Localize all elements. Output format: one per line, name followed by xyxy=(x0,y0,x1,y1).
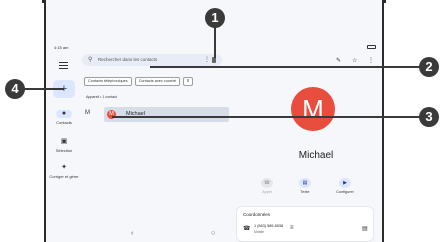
callout-line xyxy=(112,116,422,118)
back-icon[interactable]: ‹ xyxy=(131,230,133,237)
search-icon: ⚲ xyxy=(88,57,93,63)
callout-line xyxy=(24,88,64,90)
account-label: Appareil • 1 contact xyxy=(86,95,118,99)
status-time: 4:15 am xyxy=(54,45,69,50)
more-vert-icon[interactable]: ⋮ xyxy=(204,54,210,66)
person-icon: ● xyxy=(56,110,72,118)
chip-phone-contacts[interactable]: Contacts téléphoniques xyxy=(84,77,132,86)
callout-badge: 1 xyxy=(205,8,225,28)
section-letter: M xyxy=(85,110,90,116)
card-title: Coordonnées xyxy=(243,212,271,217)
video-icon: ▶ xyxy=(339,178,351,188)
text-button[interactable]: ▤ Texte xyxy=(290,178,320,194)
callout-line xyxy=(150,66,422,68)
home-icon[interactable]: ○ xyxy=(211,230,215,237)
search-bar[interactable]: ⚲ Rechercher dans les contacts ⋮ xyxy=(82,54,222,66)
rail-item-label: Contacts xyxy=(56,120,72,125)
call-button[interactable]: ☎ Appel xyxy=(252,178,282,194)
chip-more[interactable]: Ⅱ xyxy=(183,77,194,86)
callout-badge: 3 xyxy=(419,107,439,127)
battery-icon xyxy=(367,45,376,49)
rail-item-contacts[interactable]: ● Contacts xyxy=(46,110,82,125)
contact-avatar-large: M xyxy=(291,87,335,131)
callout-line xyxy=(214,26,216,58)
menu-icon[interactable] xyxy=(59,62,68,69)
configure-button[interactable]: ▶ Configurer xyxy=(330,178,360,194)
rail-item-label: Corriger et gérer xyxy=(49,174,79,179)
wrench-icon: ✦ xyxy=(61,164,67,171)
edit-icon[interactable]: ✎ xyxy=(336,57,341,64)
text-label: Texte xyxy=(300,190,310,194)
rail-item-fix-manage[interactable]: ✦ Corriger et gérer xyxy=(46,164,82,179)
contact-detail-name: Michael xyxy=(298,150,334,161)
message-icon: ▤ xyxy=(299,178,311,188)
contact-list-item[interactable]: M Michael xyxy=(104,107,229,122)
configure-label: Configurer xyxy=(336,190,354,194)
filter-chips: Contacts téléphoniques Contacts avec cour… xyxy=(84,77,196,89)
star-icon[interactable]: ☆ xyxy=(352,57,357,64)
navigation-rail: + ● Contacts ▣ Sélection ✦ Corriger et g… xyxy=(46,52,82,242)
rail-item-label: Sélection xyxy=(55,148,73,153)
rail-item-selection[interactable]: ▣ Sélection xyxy=(46,138,82,153)
system-nav-bar: ‹ ○ xyxy=(46,230,382,242)
bookmark-icon: ▣ xyxy=(60,138,68,145)
callout-badge: 4 xyxy=(5,79,25,99)
more-vert-icon[interactable]: ⋮ xyxy=(368,57,374,64)
search-placeholder: Rechercher dans les contacts xyxy=(98,57,158,62)
phone-icon: ☎ xyxy=(261,178,273,188)
callout-badge: 2 xyxy=(419,57,439,77)
chip-email-contacts[interactable]: Contacts avec courriel xyxy=(134,77,181,86)
call-label: Appel xyxy=(262,190,272,194)
phone-number[interactable]: 1 (563) 589-6538 xyxy=(254,224,283,228)
